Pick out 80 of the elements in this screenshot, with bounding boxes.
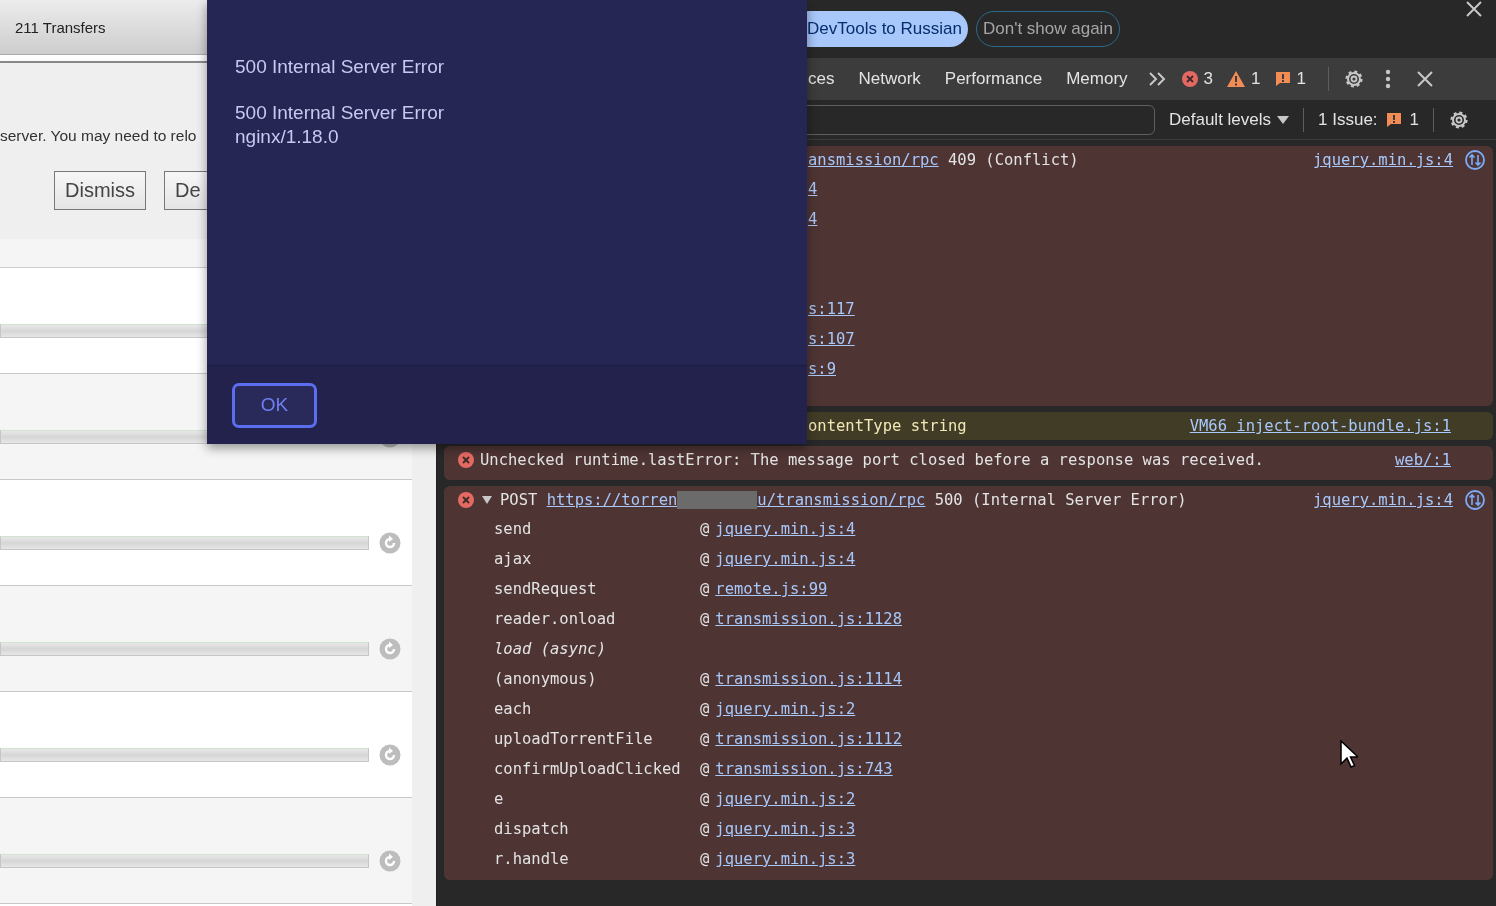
network-request-icon[interactable] [1465, 150, 1485, 170]
at-sign: @ [700, 550, 710, 568]
transfer-count: 211 Transfers [15, 18, 106, 36]
stack-link[interactable]: s:9 [808, 360, 836, 378]
stack-link[interactable]: jquery.min.js:4 [715, 550, 856, 568]
more-tabs-icon[interactable] [1147, 71, 1168, 87]
alert-message: 500 Internal Server Error [235, 56, 446, 78]
url-link[interactable]: ansmission/rpc [808, 151, 939, 169]
panel-tab[interactable]: Network [846, 58, 933, 100]
more-options-icon[interactable] [1384, 69, 1391, 89]
stack-function: uploadTorrentFile [494, 730, 654, 748]
stack-link[interactable]: jquery.min.js:2 [715, 790, 856, 808]
alert-message: 500 Internal Server Error [235, 102, 446, 124]
levels-dropdown[interactable]: Default levels [1169, 109, 1290, 130]
message-text: POST https://torren u/transmission/rpc 500 (Internal Server Error) [500, 490, 1187, 510]
stack-function: (anonymous) [494, 670, 598, 688]
at-sign: @ [700, 670, 710, 688]
at-sign: @ [700, 760, 710, 778]
stack-function: dispatch [494, 820, 570, 838]
stack-link[interactable]: jquery.min.js:3 [715, 820, 856, 838]
network-request-icon[interactable] [1465, 490, 1485, 510]
at-sign: @ [700, 790, 710, 808]
close-icon[interactable] [1416, 71, 1433, 87]
stack-function: ajax [494, 550, 533, 568]
source-link[interactable]: web/:1 [1395, 451, 1451, 469]
dialog-button[interactable]: Dismiss [54, 171, 146, 210]
at-sign: @ [700, 580, 710, 598]
issue-icon [1385, 111, 1402, 128]
alert-message: nginx/1.18.0 [235, 126, 340, 148]
stack-function: e [494, 790, 505, 808]
warning-icon [1227, 71, 1246, 87]
stack-function: reader.onload [494, 610, 617, 628]
url-link[interactable]: https://torren [546, 490, 678, 509]
stack-link[interactable]: 4 [808, 210, 818, 228]
issues-button[interactable]: 1 Issue: 1 [1318, 109, 1420, 130]
url-link[interactable]: u/transmission/rpc [757, 490, 926, 509]
expanded-triangle-icon[interactable] [482, 495, 492, 505]
at-sign: @ [700, 610, 710, 628]
stack-link[interactable]: 4 [808, 180, 818, 198]
stack-link[interactable]: s:117 [808, 300, 855, 318]
ok-button[interactable]: OK [232, 382, 317, 428]
mouse-cursor-icon [1340, 740, 1358, 768]
error-icon [1181, 71, 1198, 87]
issue-count: 1 [1296, 69, 1306, 89]
message-text: Unchecked runtime.lastError: The message port closed before a response was received. [480, 451, 1264, 469]
stack-link[interactable]: remote.js:99 [715, 580, 828, 598]
at-sign: @ [700, 820, 710, 838]
stack-function: each [494, 700, 533, 718]
stack-link[interactable]: jquery.min.js:3 [715, 850, 856, 868]
message-text: ansmission/rpc 409 (Conflict) [808, 151, 1079, 169]
stack-function: confirmUploadClicked [494, 760, 682, 778]
panel-tab[interactable]: Memory [1054, 58, 1140, 100]
stack-link[interactable]: transmission.js:743 [715, 760, 893, 778]
message-text: ontentType string [808, 417, 967, 435]
dialog-message: server. You may need to relo [0, 127, 197, 145]
stack-link[interactable]: transmission.js:1114 [715, 670, 902, 688]
stack-function: r.handle [494, 850, 570, 868]
at-sign: @ [700, 700, 710, 718]
stack-link[interactable]: jquery.min.js:4 [715, 520, 856, 538]
caret-icon [1277, 115, 1290, 124]
source-link[interactable]: jquery.min.js:4 [1313, 151, 1453, 169]
stack-function: load (async) [494, 640, 607, 658]
stack-link[interactable]: jquery.min.js:2 [715, 700, 856, 718]
settings-icon[interactable] [1448, 108, 1471, 131]
error-count: 3 [1203, 69, 1214, 89]
stack-function: sendRequest [494, 580, 598, 598]
warning-count: 1 [1251, 69, 1261, 89]
stack-link[interactable]: transmission.js:1112 [715, 730, 902, 748]
panel-tab[interactable]: Performance [932, 58, 1055, 100]
stack-link[interactable]: s:107 [808, 330, 855, 348]
settings-icon[interactable] [1342, 68, 1365, 90]
source-link[interactable]: VM66 inject-root-bundle.js:1 [1189, 417, 1451, 435]
at-sign: @ [700, 520, 710, 538]
issue-icon [1274, 71, 1291, 87]
at-sign: @ [700, 730, 710, 748]
stack-link[interactable]: transmission.js:1128 [715, 610, 902, 628]
at-sign: @ [700, 850, 710, 868]
source-link[interactable]: jquery.min.js:4 [1313, 491, 1453, 509]
stack-function: send [494, 520, 533, 538]
close-icon[interactable] [1466, 1, 1482, 17]
